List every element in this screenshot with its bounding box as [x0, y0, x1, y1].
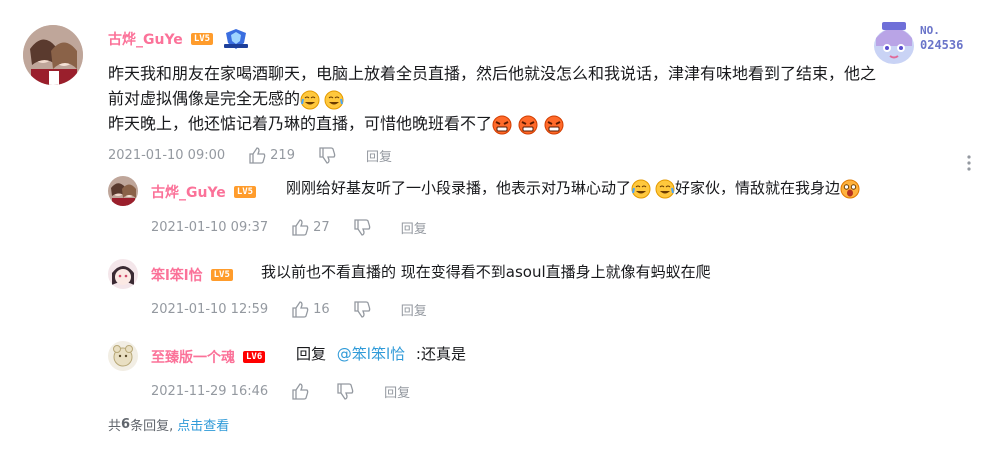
fan-badge-character-icon — [874, 22, 914, 64]
more-options-icon[interactable] — [966, 154, 972, 172]
reply-button[interactable]: 回复 — [384, 382, 410, 401]
username[interactable]: 笨l笨l恰 — [151, 265, 203, 285]
username[interactable]: 古烨_GuYe — [151, 182, 226, 202]
level-badge: LV5 — [210, 269, 233, 281]
username[interactable]: 古烨_GuYe — [108, 29, 183, 49]
avatar-image-icon — [108, 341, 138, 371]
reply-prefix: 回复 — [296, 345, 327, 363]
footer-prefix: 共 — [108, 419, 122, 434]
like-count: 27 — [313, 220, 330, 235]
avatar[interactable] — [108, 176, 138, 206]
reply-text-part: :还真是 — [415, 345, 466, 363]
reply-text-part: 好家伙，情敌就在我身边 — [675, 179, 841, 197]
like-count: 16 — [313, 302, 330, 317]
laugh-cry-emoji-icon — [655, 179, 675, 199]
angry-emoji-icon — [544, 115, 564, 135]
reply-text: 回复 @笨l笨l恰 :还真是 — [296, 343, 466, 365]
mention-link[interactable]: @笨l笨l恰 — [337, 345, 405, 363]
angry-emoji-icon — [518, 115, 538, 135]
avatar[interactable] — [108, 341, 138, 371]
comment-text: 昨天我和朋友在家喝酒聊天，电脑上放着全员直播，然后他就没怎么和我说话，津津有味地… — [108, 61, 978, 136]
level-badge: LV5 — [233, 186, 257, 198]
laugh-cry-emoji-icon — [324, 90, 344, 110]
avatar-image-icon — [23, 25, 83, 85]
footer-suffix: 条回复, — [130, 419, 174, 434]
reply-time: 2021-01-10 12:59 — [151, 302, 269, 317]
thumbs-down-icon[interactable] — [354, 219, 371, 236]
reply-count-footer: 共 6 条回复, 点击查看 — [108, 415, 229, 434]
avatar-image-icon — [108, 259, 138, 289]
reply-button[interactable]: 回复 — [366, 146, 392, 165]
reply-text-part: 刚刚给好基友听了一小段录播，他表示对乃琳心动了 — [286, 179, 632, 197]
reply-button[interactable]: 回复 — [401, 218, 427, 237]
fan-badge-number: 024536 — [920, 38, 964, 52]
reply-text: 刚刚给好基友听了一小段录播，他表示对乃琳心动了 好家伙，情敌就在我身边 — [286, 177, 860, 199]
fan-badge: NO. 024536 — [868, 16, 978, 66]
level-badge: LV6 — [243, 351, 266, 363]
thumbs-up-icon[interactable] — [292, 383, 309, 400]
username[interactable]: 至臻版一个魂 — [151, 347, 235, 367]
level-badge: LV5 — [190, 33, 214, 45]
thumbs-up-icon[interactable] — [292, 301, 309, 318]
avatar[interactable] — [108, 259, 138, 289]
reply-time: 2021-01-10 09:37 — [151, 220, 269, 235]
thumbs-down-icon[interactable] — [319, 147, 336, 164]
view-more-link[interactable]: 点击查看 — [177, 415, 229, 434]
angry-emoji-icon — [492, 115, 512, 135]
comment-text-line: 昨天晚上，他还惦记着乃琳的直播，可惜他晚班看不了 — [108, 114, 493, 133]
like-count: 219 — [270, 148, 295, 163]
thumbs-up-icon[interactable] — [292, 219, 309, 236]
reply-button[interactable]: 回复 — [401, 300, 427, 319]
comment-time: 2021-01-10 09:00 — [108, 148, 226, 163]
laugh-cry-emoji-icon — [631, 179, 651, 199]
reply-count: 6 — [121, 417, 131, 432]
reply-time: 2021-11-29 16:46 — [151, 384, 269, 399]
comment-text-line: 昨天我和朋友在家喝酒聊天，电脑上放着全员直播，然后他就没怎么和我说话，津津有味地… — [108, 64, 877, 83]
decoration-badge-icon — [223, 29, 249, 49]
avatar-image-icon — [108, 176, 138, 206]
avatar[interactable] — [23, 25, 83, 85]
thumbs-down-icon[interactable] — [337, 383, 354, 400]
fan-badge-label: NO. — [920, 24, 940, 37]
comment-text-line: 前对虚拟偶像是完全无感的 — [108, 89, 301, 108]
thumbs-down-icon[interactable] — [354, 301, 371, 318]
thumbs-up-icon[interactable] — [249, 147, 266, 164]
reply-text: 我以前也不看直播的 现在变得看不到asoul直播身上就像有蚂蚁在爬 — [261, 263, 711, 281]
shocked-emoji-icon — [840, 179, 860, 199]
laugh-cry-emoji-icon — [300, 90, 320, 110]
